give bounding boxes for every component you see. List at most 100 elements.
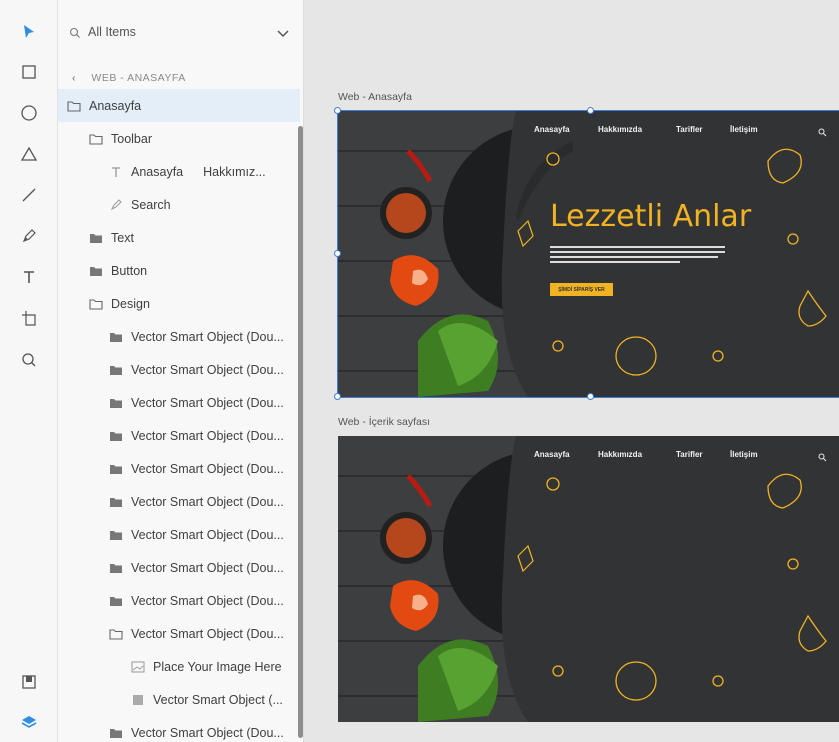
triangle-tool-icon[interactable] (17, 142, 41, 166)
layer-label: Search (131, 197, 171, 212)
layer-row[interactable]: Vector Smart Object (Dou... (58, 716, 300, 742)
layer-row[interactable]: Button (58, 254, 300, 287)
ellipse-tool-icon[interactable] (17, 101, 41, 125)
breadcrumb[interactable]: ‹ WEB - ANASAYFA (72, 72, 186, 84)
layer-row[interactable]: Anasayfa (58, 89, 300, 122)
layers-panel: All Items ‹ WEB - ANASAYFA Anasayfa Toolb… (58, 0, 304, 742)
layer-row[interactable]: Toolbar (58, 122, 300, 155)
selection-handle[interactable] (334, 107, 341, 114)
hero-title: Lezzetli Anlar (550, 199, 752, 234)
folder-filled-icon (108, 561, 124, 575)
text-tool-icon[interactable] (17, 265, 41, 289)
assets-panel-icon[interactable] (17, 670, 41, 694)
select-tool-icon[interactable] (17, 20, 41, 44)
layer-row[interactable]: Text (58, 221, 300, 254)
image-placeholder-icon (130, 660, 146, 674)
layer-label: Place Your Image Here (153, 659, 282, 674)
selection-handle[interactable] (587, 393, 594, 400)
pen-path-icon (108, 198, 124, 212)
hero-body-line (550, 261, 680, 263)
line-tool-icon[interactable] (17, 183, 41, 207)
layer-label: Button (111, 263, 148, 278)
tool-bar (0, 0, 58, 742)
artboard-label[interactable]: Web - Anasayfa (338, 91, 412, 103)
layer-row[interactable]: Vector Smart Object (Dou... (58, 353, 300, 386)
layers-scrollbar[interactable] (298, 126, 303, 738)
layers-panel-icon[interactable] (17, 710, 41, 734)
chevron-left-icon[interactable]: ‹ (72, 72, 76, 84)
nav-link-hakkimizda[interactable]: Hakkımızda (598, 125, 642, 134)
layer-row[interactable]: Vector Smart Object (Dou... (58, 452, 300, 485)
nav-link-tarifler[interactable]: Tarifler (676, 125, 703, 134)
design-canvas[interactable]: Web - Anasayfa Anasayfa Hakkımızda Tarif… (304, 0, 839, 742)
folder-filled-icon (108, 429, 124, 443)
nav-link-tarifler[interactable]: Tarifler (676, 450, 703, 459)
layer-label: Vector Smart Object (Dou... (131, 725, 284, 740)
folder-filled-icon (88, 231, 104, 245)
hero-background-art (338, 111, 839, 397)
layer-row[interactable]: Anasayfa Hakkımız... (58, 155, 300, 188)
order-now-button[interactable]: ŞİMDİ SİPARİŞ VER (550, 283, 613, 296)
layer-row[interactable]: Place Your Image Here (58, 650, 300, 683)
chevron-down-icon[interactable] (276, 26, 290, 44)
layer-label: Vector Smart Object (Dou... (131, 362, 284, 377)
nav-link-anasayfa[interactable]: Anasayfa (534, 450, 570, 459)
artboard-web-anasayfa[interactable]: Anasayfa Hakkımızda Tarifler İletişim Le… (337, 110, 839, 398)
artboard-label[interactable]: Web - İçerik sayfası (338, 416, 430, 428)
folder-outline-icon (108, 627, 124, 641)
artboard-tool-icon[interactable] (17, 306, 41, 330)
layer-label: Anasayfa (131, 164, 184, 179)
nav-link-iletisim[interactable]: İletişim (730, 450, 758, 459)
layer-row[interactable]: Vector Smart Object (Dou... (58, 320, 300, 353)
layer-row[interactable]: Vector Smart Object (Dou... (58, 584, 300, 617)
folder-filled-icon (108, 726, 124, 740)
hero-body-line (550, 246, 725, 248)
layer-label: Vector Smart Object (Dou... (131, 560, 284, 575)
search-icon[interactable] (818, 449, 827, 467)
selection-handle[interactable] (587, 107, 594, 114)
layer-row[interactable]: Search (58, 188, 300, 221)
rectangle-tool-icon[interactable] (17, 60, 41, 84)
filter-label: All Items (88, 25, 136, 39)
selection-handle[interactable] (334, 393, 341, 400)
breadcrumb-label: WEB - ANASAYFA (91, 72, 186, 84)
folder-outline-icon (66, 99, 82, 113)
layer-label: Toolbar (111, 131, 152, 146)
layer-row[interactable]: Vector Smart Object (Dou... (58, 617, 300, 650)
layer-label: Design (111, 296, 150, 311)
layer-row[interactable]: Vector Smart Object (Dou... (58, 419, 300, 452)
layer-row[interactable]: Vector Smart Object (Dou... (58, 551, 300, 584)
layers-filter-dropdown[interactable]: All Items (58, 16, 303, 50)
layer-label: Vector Smart Object (Dou... (131, 461, 284, 476)
folder-filled-icon (108, 594, 124, 608)
layer-row[interactable]: Design (58, 287, 300, 320)
hero-body-line (550, 251, 725, 253)
pen-tool-icon[interactable] (17, 224, 41, 248)
layer-label: Vector Smart Object (Dou... (131, 593, 284, 608)
selection-handle[interactable] (334, 250, 341, 257)
layer-label: Vector Smart Object (Dou... (131, 626, 284, 641)
layer-label: Text (111, 230, 134, 245)
layer-label: Vector Smart Object (Dou... (131, 428, 284, 443)
layer-row[interactable]: Vector Smart Object (Dou... (58, 518, 300, 551)
smart-object-icon (130, 693, 146, 707)
artboard-web-icerik-sayfasi[interactable]: Anasayfa Hakkımızda Tarifler İletişim (338, 436, 839, 722)
zoom-tool-icon[interactable] (17, 348, 41, 372)
folder-filled-icon (108, 396, 124, 410)
folder-filled-icon (108, 462, 124, 476)
layer-label: Anasayfa (89, 98, 142, 113)
folder-filled-icon (108, 495, 124, 509)
search-icon[interactable] (818, 124, 827, 142)
layer-label: Vector Smart Object (Dou... (131, 329, 284, 344)
layer-row[interactable]: Vector Smart Object (... (58, 683, 300, 716)
folder-outline-icon (88, 297, 104, 311)
layer-row[interactable]: Vector Smart Object (Dou... (58, 386, 300, 419)
search-icon (69, 26, 81, 44)
layer-label-secondary: Hakkımız... (203, 164, 266, 179)
nav-link-iletisim[interactable]: İletişim (730, 125, 758, 134)
content-background-art (338, 436, 839, 722)
layer-label: Vector Smart Object (Dou... (131, 494, 284, 509)
nav-link-anasayfa[interactable]: Anasayfa (534, 125, 570, 134)
layer-row[interactable]: Vector Smart Object (Dou... (58, 485, 300, 518)
nav-link-hakkimizda[interactable]: Hakkımızda (598, 450, 642, 459)
